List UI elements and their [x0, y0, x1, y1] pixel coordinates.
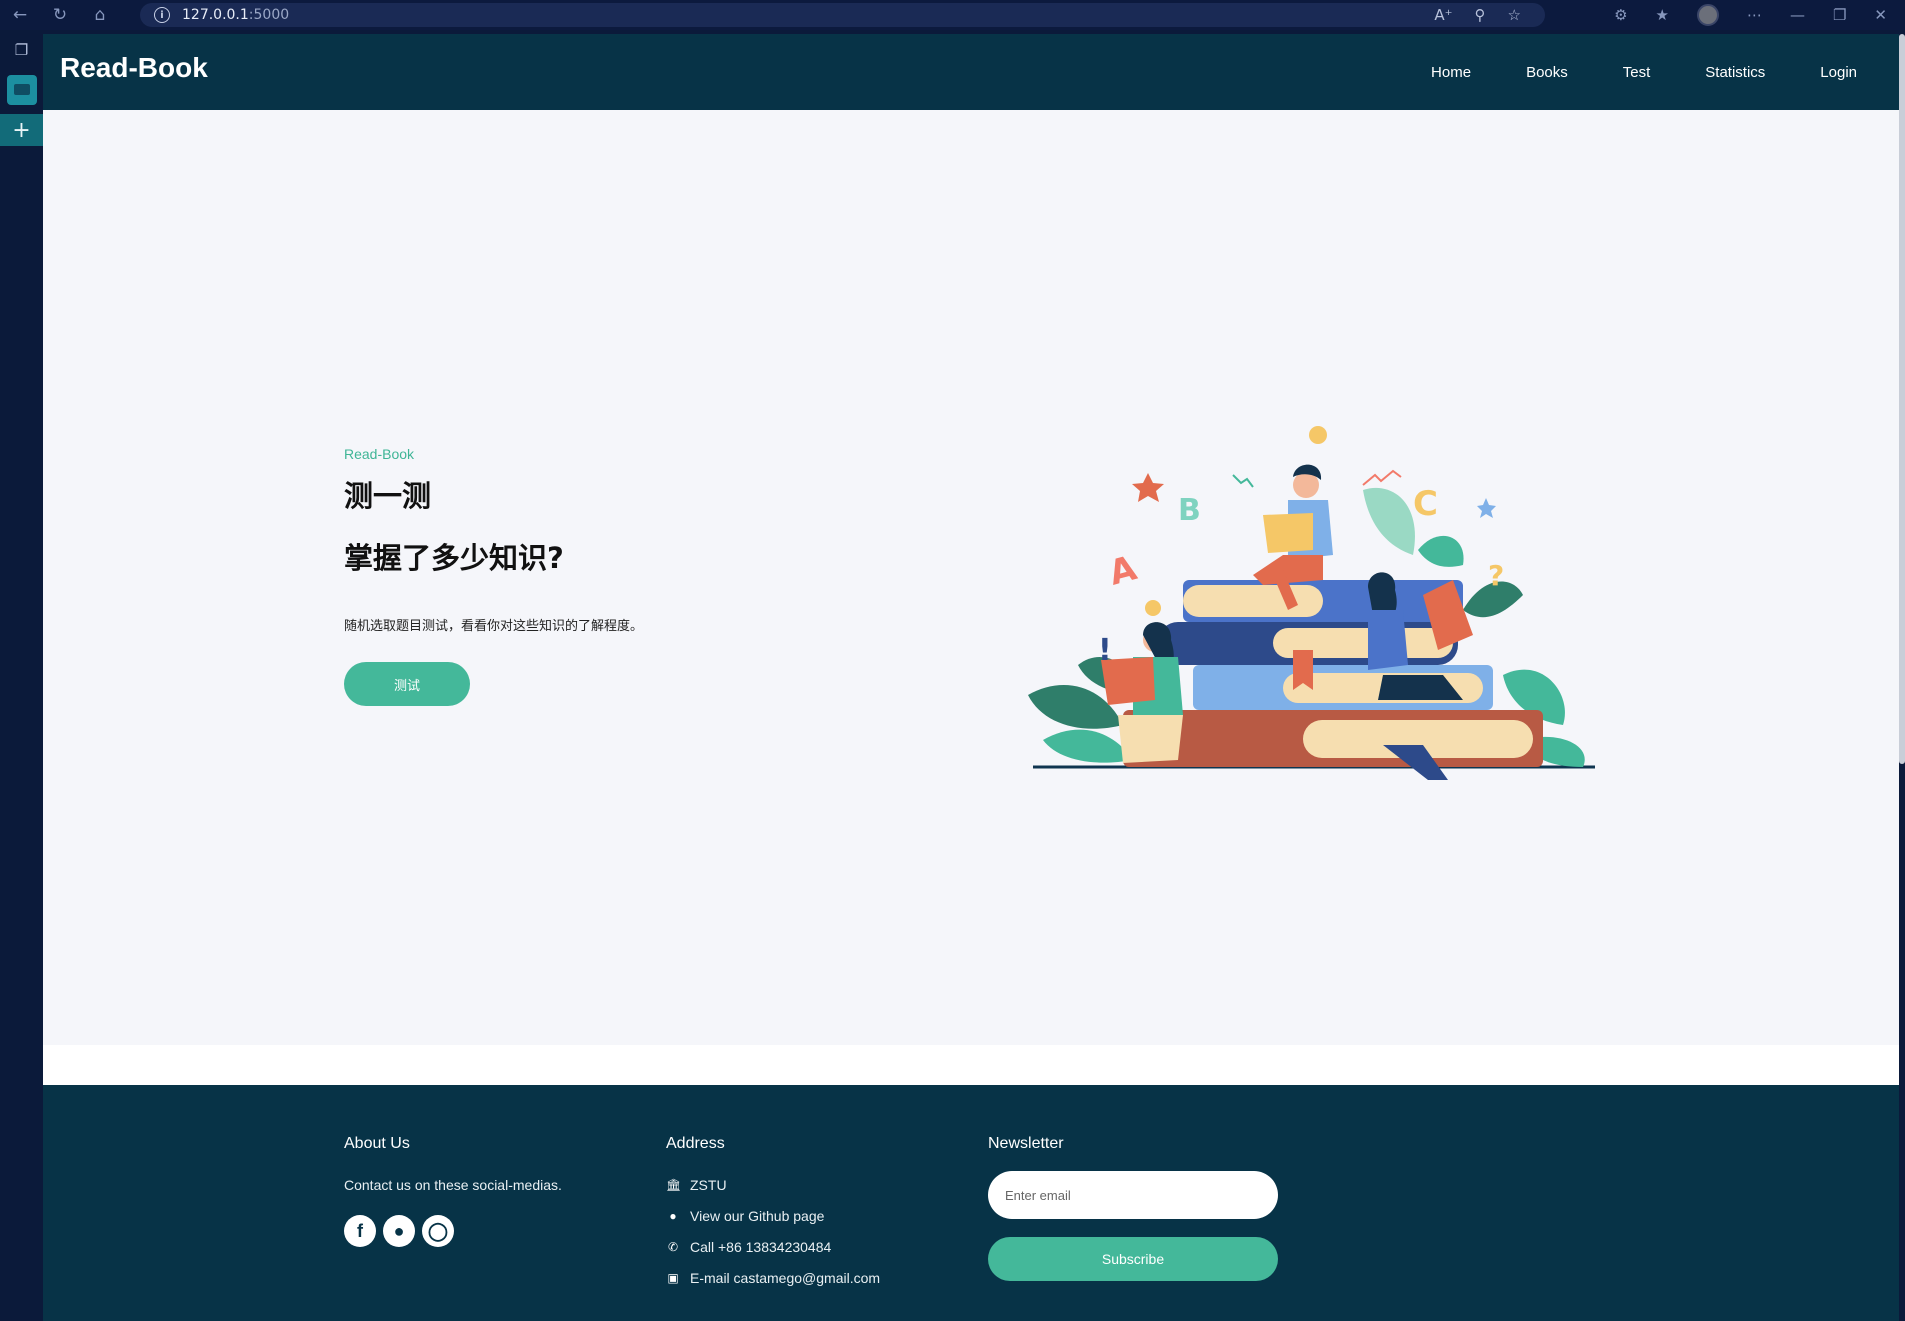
reload-icon[interactable]: ↻: [40, 0, 80, 30]
zoom-icon[interactable]: ⚲: [1475, 6, 1486, 24]
page-scrollbar[interactable]: [1899, 34, 1905, 764]
contact-card-icon: ▣: [667, 1270, 679, 1285]
address-bar[interactable]: i 127.0.0.1:5000 A⁺ ⚲ ☆: [140, 3, 1545, 27]
active-tab[interactable]: [0, 70, 43, 110]
url-port: :5000: [248, 7, 290, 23]
svg-text:A: A: [1105, 548, 1141, 594]
profile-avatar[interactable]: [1696, 4, 1719, 26]
address-email-text: E-mail castamego@gmail.com: [690, 1269, 881, 1286]
nav-links: Home Books Test Statistics Login: [1431, 34, 1857, 110]
newsletter-email-input[interactable]: [988, 1171, 1278, 1219]
browser-toolbar: ← ↻ ⌂ i 127.0.0.1:5000 A⁺ ⚲ ☆ ⚙ ★ ⋯ — ❐ …: [0, 0, 1905, 30]
svg-text:!: !: [1098, 633, 1112, 668]
svg-text:C: C: [1413, 484, 1438, 524]
minimize-icon[interactable]: —: [1790, 6, 1805, 24]
tab-favicon: [6, 75, 37, 105]
more-options-icon[interactable]: ⋯: [1747, 6, 1762, 24]
facebook-icon[interactable]: f: [344, 1215, 376, 1247]
address-item-school: 🏛 ZSTU: [666, 1169, 880, 1200]
nav-statistics[interactable]: Statistics: [1705, 64, 1765, 81]
footer-address: Address 🏛 ZSTU ● View our Github page ✆ Cal…: [666, 1135, 880, 1293]
site-info-icon[interactable]: i: [154, 7, 170, 23]
phone-icon: ✆: [667, 1239, 679, 1254]
github-icon[interactable]: ◯: [422, 1215, 454, 1247]
hero-title: 测一测: [344, 479, 432, 513]
hero-subtitle: 掌握了多少知识?: [344, 540, 564, 575]
address-phone-text: Call +86 13834230484: [690, 1238, 832, 1255]
favorite-star-icon[interactable]: ☆: [1508, 6, 1521, 24]
brand-logo[interactable]: Read-Book: [60, 52, 208, 84]
address-heading: Address: [666, 1135, 725, 1152]
section-divider: [43, 1045, 1899, 1085]
vertical-tab-rail: ❐ +: [0, 30, 43, 1321]
nav-home[interactable]: Home: [1431, 64, 1471, 81]
hero-kicker: Read-Book: [344, 446, 415, 462]
about-heading: About Us: [344, 1135, 410, 1152]
bank-icon: 🏛: [666, 1177, 682, 1192]
site-footer: About Us Contact us on these social-medi…: [43, 1085, 1899, 1321]
hero-description: 随机选取题目测试，看看你对这些知识的了解程度。: [344, 619, 644, 635]
github-icon: ●: [669, 1208, 677, 1223]
address-item-phone: ✆ Call +86 13834230484: [666, 1231, 880, 1262]
site-navbar: Read-Book Home Books Test Statistics Log…: [43, 34, 1899, 110]
social-links: f ● ◯: [344, 1215, 562, 1247]
home-icon[interactable]: ⌂: [80, 0, 120, 30]
hero-section: Read-Book 测一测 掌握了多少知识? 随机选取题目测试，看看你对这些知识…: [43, 110, 1899, 1106]
extensions-icon[interactable]: ⚙: [1614, 6, 1627, 24]
address-school-text: ZSTU: [690, 1176, 727, 1193]
nav-login[interactable]: Login: [1820, 64, 1857, 81]
tab-actions-icon[interactable]: ❐: [0, 30, 43, 70]
restore-icon[interactable]: ❐: [1833, 6, 1846, 24]
subscribe-button[interactable]: Subscribe: [988, 1237, 1278, 1281]
footer-newsletter: Newsletter Subscribe: [988, 1135, 1278, 1281]
start-test-button[interactable]: 测试: [344, 662, 470, 707]
qq-icon[interactable]: ●: [383, 1215, 415, 1247]
about-text: Contact us on these social-medias.: [344, 1177, 562, 1193]
nav-test[interactable]: Test: [1623, 64, 1651, 81]
address-github-text[interactable]: View our Github page: [690, 1208, 824, 1224]
read-aloud-icon[interactable]: A⁺: [1434, 6, 1452, 24]
address-item-github[interactable]: ● View our Github page: [666, 1200, 880, 1231]
close-icon[interactable]: ✕: [1874, 6, 1887, 24]
url-text: 127.0.0.1:5000: [182, 7, 289, 23]
url-host: 127.0.0.1: [182, 7, 249, 23]
footer-about: About Us Contact us on these social-medi…: [344, 1135, 562, 1247]
svg-text:B: B: [1178, 493, 1201, 528]
newsletter-heading: Newsletter: [988, 1135, 1064, 1152]
address-item-email: ▣ E-mail castamego@gmail.com: [666, 1262, 880, 1293]
page-viewport: Read-Book Home Books Test Statistics Log…: [43, 34, 1899, 1321]
hero-text: Read-Book 测一测 掌握了多少知识? 随机选取题目测试，看看你对这些知识…: [344, 446, 824, 707]
new-tab-button[interactable]: +: [0, 114, 43, 146]
back-icon[interactable]: ←: [0, 0, 40, 30]
favorites-icon[interactable]: ★: [1656, 6, 1669, 24]
svg-text:?: ?: [1488, 559, 1504, 592]
nav-books[interactable]: Books: [1526, 64, 1568, 81]
reading-illustration: A B C ? !: [1028, 426, 1595, 780]
